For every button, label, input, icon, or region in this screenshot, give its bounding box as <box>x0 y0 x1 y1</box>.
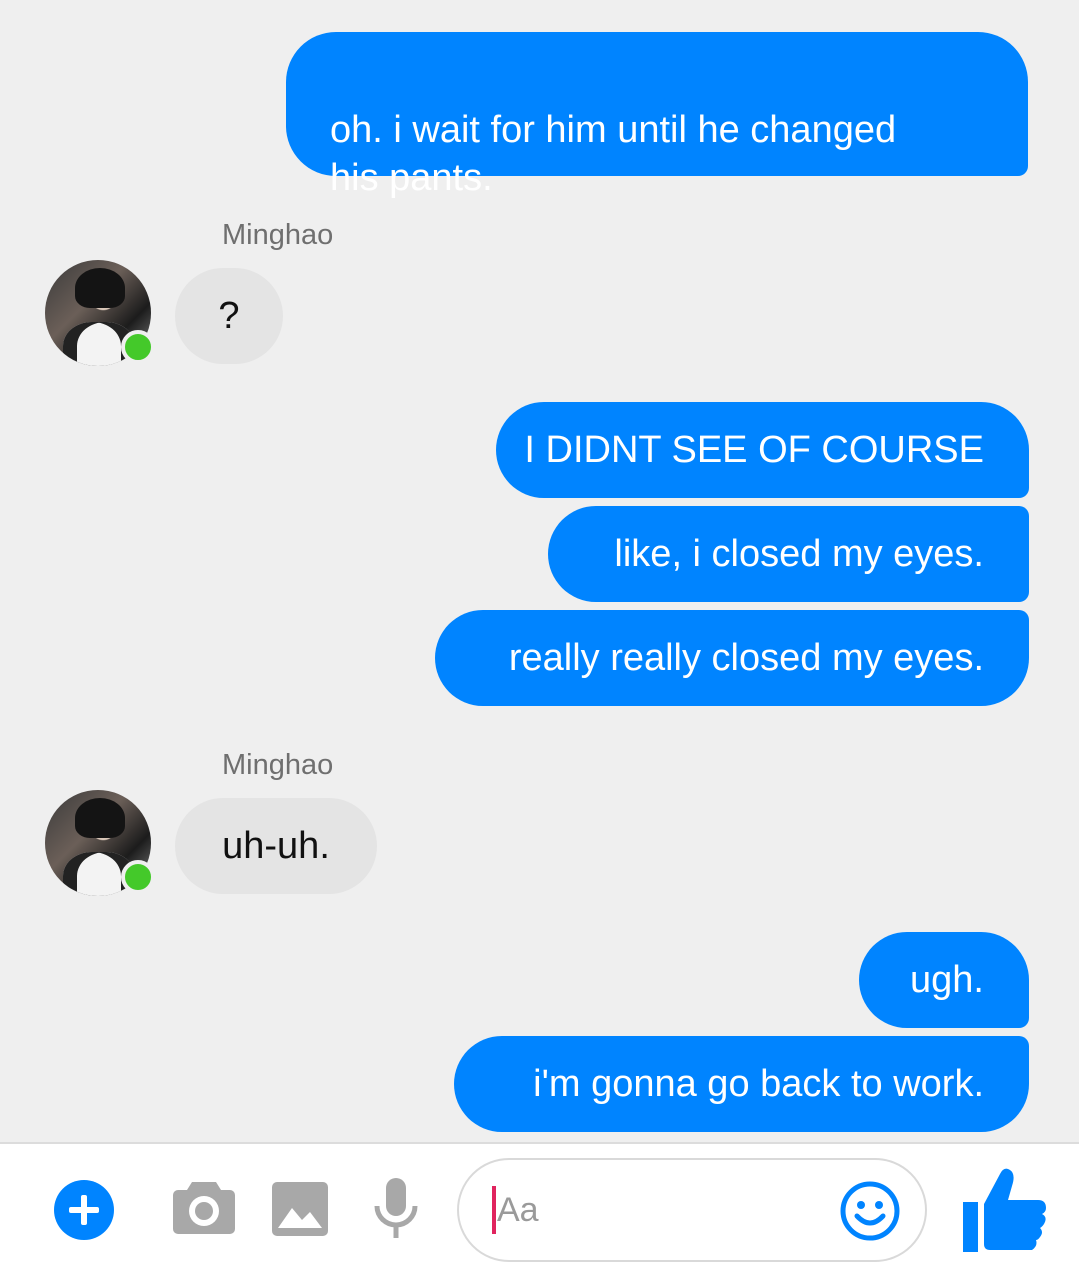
message-text: really really closed my eyes. <box>508 637 984 679</box>
emoji-icon[interactable] <box>839 1180 901 1242</box>
thumbs-up-icon[interactable] <box>960 1164 1050 1256</box>
message-input[interactable]: Aa <box>457 1158 927 1262</box>
message-text: ugh. <box>910 959 984 1001</box>
outgoing-message[interactable]: ugh. <box>859 932 1029 1028</box>
outgoing-message[interactable]: i'm gonna go back to work. <box>454 1036 1029 1132</box>
message-text: ? <box>218 295 240 337</box>
microphone-icon[interactable] <box>373 1178 419 1242</box>
plus-icon[interactable] <box>53 1179 115 1241</box>
message-thread[interactable]: oh. i wait for him until he changed his … <box>0 0 1079 1142</box>
text-cursor <box>492 1186 496 1234</box>
online-status-indicator <box>121 330 155 364</box>
avatar[interactable] <box>45 260 155 366</box>
message-text: uh-uh. <box>222 825 330 867</box>
image-icon[interactable] <box>272 1182 328 1236</box>
avatar[interactable] <box>45 790 155 896</box>
online-status-indicator <box>121 860 155 894</box>
sender-name: Minghao <box>222 219 334 251</box>
message-text: oh. i wait for him until he changed his … <box>330 109 897 199</box>
message-input-placeholder: Aa <box>497 1191 539 1229</box>
camera-icon[interactable] <box>172 1178 236 1236</box>
outgoing-message[interactable]: oh. i wait for him until he changed his … <box>286 32 1028 199</box>
outgoing-message[interactable]: I DIDNT SEE OF COURSE <box>496 402 1029 498</box>
message-text: i'm gonna go back to work. <box>533 1063 984 1105</box>
sender-name: Minghao <box>222 749 334 781</box>
message-text: I DIDNT SEE OF COURSE <box>524 429 984 471</box>
composer-bar: Aa <box>0 1142 1079 1274</box>
outgoing-message[interactable]: like, i closed my eyes. <box>548 506 1029 602</box>
outgoing-message[interactable]: really really closed my eyes. <box>435 610 1029 706</box>
incoming-message[interactable]: uh-uh. <box>175 798 377 894</box>
message-text: like, i closed my eyes. <box>614 533 984 575</box>
incoming-message[interactable]: ? <box>175 268 283 364</box>
